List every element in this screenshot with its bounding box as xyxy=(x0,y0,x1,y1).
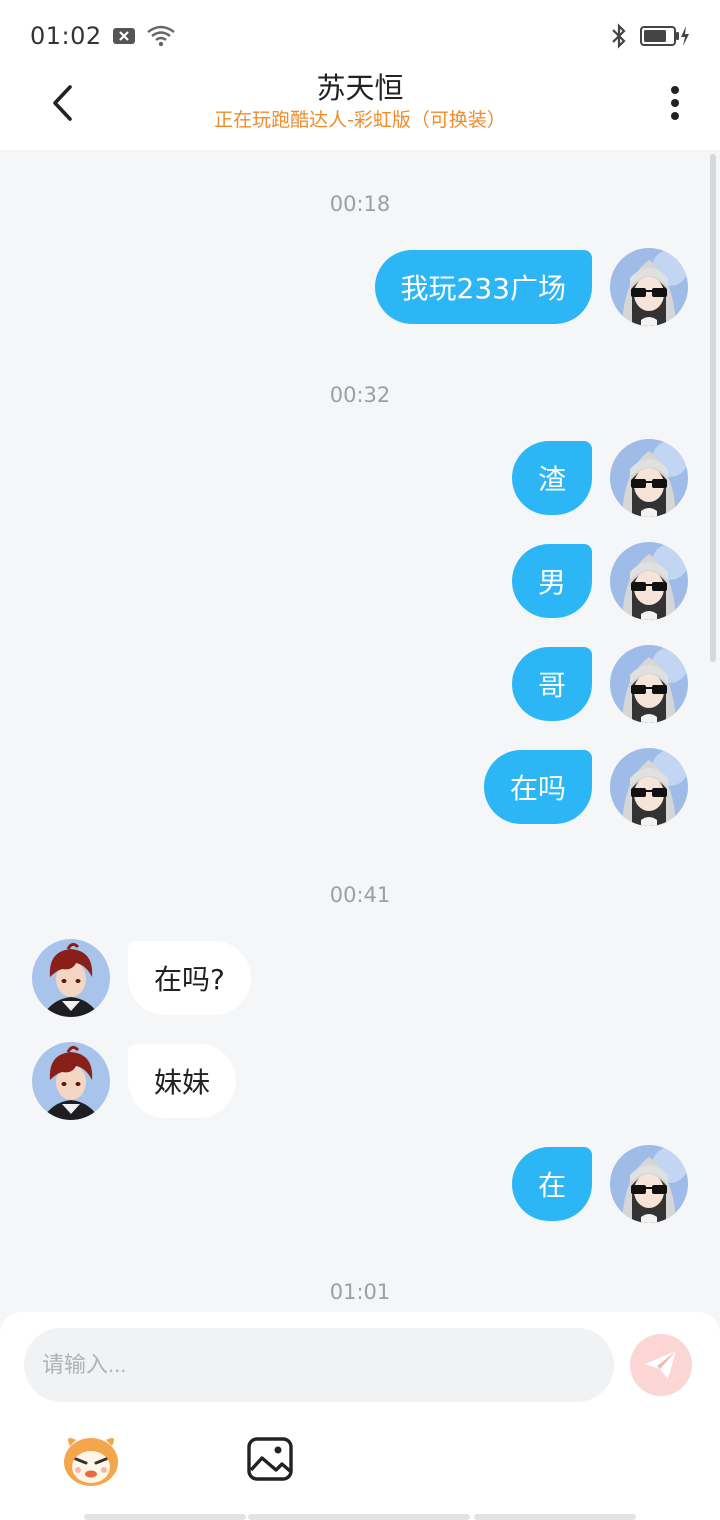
send-button[interactable] xyxy=(630,1334,692,1396)
message-timestamp: 00:18 xyxy=(329,192,391,216)
input-panel xyxy=(0,1312,720,1520)
message-row: 在吗? xyxy=(0,939,720,1019)
contact-status[interactable]: 正在玩跑酷达人-彩虹版（可换装） xyxy=(0,106,720,134)
my-avatar[interactable] xyxy=(610,439,688,517)
message-row: 在吗 xyxy=(0,748,720,828)
boy-avatar-icon xyxy=(32,939,110,1017)
my-avatar[interactable] xyxy=(610,1145,688,1223)
message-row: 哥 xyxy=(0,645,720,725)
send-plane-icon xyxy=(645,1351,676,1379)
contact-name: 苏天恒 xyxy=(316,71,404,105)
more-options-button[interactable] xyxy=(660,82,690,124)
contact-message-bubble[interactable]: 在吗? xyxy=(128,941,251,1015)
bluetooth-icon xyxy=(610,23,628,49)
status-time: 01:02 xyxy=(30,22,102,50)
more-vertical-icon xyxy=(671,86,679,120)
girl-avatar-icon xyxy=(610,439,688,517)
message-timestamp: 01:01 xyxy=(329,1280,391,1304)
divider xyxy=(84,1514,246,1520)
my-message-bubble[interactable]: 在吗 xyxy=(483,750,592,824)
message-input[interactable] xyxy=(24,1328,614,1402)
message-timestamp: 00:41 xyxy=(329,883,391,907)
message-row: 妹妹 xyxy=(0,1042,720,1122)
my-message-bubble[interactable]: 我玩233广场 xyxy=(374,250,592,324)
girl-avatar-icon xyxy=(610,542,688,620)
girl-avatar-icon xyxy=(610,645,688,723)
chat-header: 苏天恒 正在玩跑酷达人-彩虹版（可换装） xyxy=(0,72,720,150)
notification-x-icon xyxy=(112,26,136,46)
wifi-icon xyxy=(146,24,176,48)
message-row: 渣 xyxy=(0,439,720,519)
contact-avatar[interactable] xyxy=(32,939,110,1017)
my-avatar[interactable] xyxy=(610,645,688,723)
my-message-bubble[interactable]: 渣 xyxy=(511,441,592,515)
girl-avatar-icon xyxy=(610,748,688,826)
status-bar: 01:02 xyxy=(0,0,720,72)
my-avatar[interactable] xyxy=(610,248,688,326)
battery-charging-icon xyxy=(640,24,690,48)
my-message-bubble[interactable]: 在 xyxy=(511,1147,592,1221)
divider xyxy=(474,1514,636,1520)
image-icon[interactable] xyxy=(246,1436,294,1482)
my-avatar[interactable] xyxy=(610,542,688,620)
my-avatar[interactable] xyxy=(610,748,688,826)
message-row: 男 xyxy=(0,542,720,622)
contact-avatar[interactable] xyxy=(32,1042,110,1120)
message-list[interactable]: 00:18 我玩233广场 00:32 渣 男 哥 在吗 00:41 在吗? 妹… xyxy=(0,150,720,1312)
message-timestamp: 00:32 xyxy=(329,383,391,407)
girl-avatar-icon xyxy=(610,248,688,326)
message-row: 我玩233广场 xyxy=(0,248,720,328)
my-message-bubble[interactable]: 男 xyxy=(511,544,592,618)
divider xyxy=(248,1514,470,1520)
girl-avatar-icon xyxy=(610,1145,688,1223)
my-message-bubble[interactable]: 哥 xyxy=(511,647,592,721)
contact-message-bubble[interactable]: 妹妹 xyxy=(128,1044,237,1118)
back-button[interactable] xyxy=(42,82,84,124)
chat-screen: 01:02 苏天恒 正在玩跑酷达人-彩虹版（可换装） 00:18 我玩233广场… xyxy=(0,0,720,1520)
emoji-mascot-icon[interactable] xyxy=(60,1432,122,1488)
message-row: 在 xyxy=(0,1145,720,1225)
chevron-left-icon xyxy=(53,85,72,121)
boy-avatar-icon xyxy=(32,1042,110,1120)
